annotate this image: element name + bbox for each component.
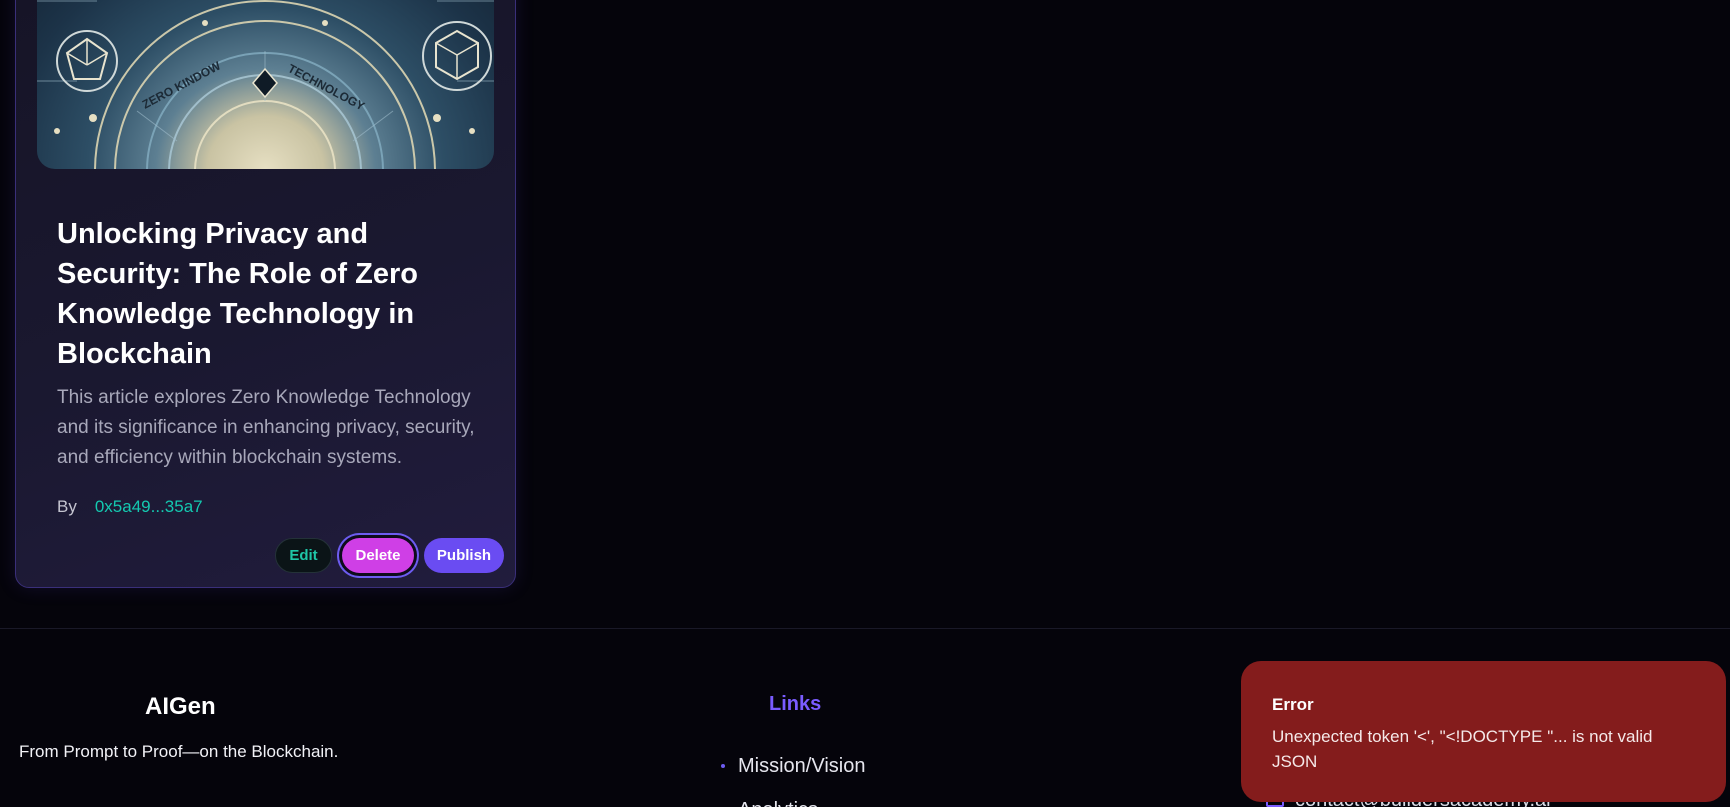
author-address-link[interactable]: 0x5a49...35a7 <box>95 497 203 517</box>
footer-brand: AIGen <box>145 693 216 720</box>
footer-link-analytics[interactable]: Analytics <box>721 788 865 807</box>
byline: By 0x5a49...35a7 <box>57 497 203 517</box>
footer-divider <box>0 628 1730 629</box>
article-description: This article explores Zero Knowledge Tec… <box>57 387 475 468</box>
footer-link-label: Mission/Vision <box>738 754 866 777</box>
toast-title: Error <box>1272 695 1314 714</box>
article-card: ZERO KINDOW TECHNOLOGY Unlocking Privacy… <box>15 0 516 588</box>
article-actions: Edit Delete Publish <box>275 538 504 573</box>
footer-tagline: From Prompt to Proof—on the Blockchain. <box>19 742 339 761</box>
article-cover-image: ZERO KINDOW TECHNOLOGY <box>37 0 494 169</box>
edit-button[interactable]: Edit <box>275 538 332 573</box>
image-text-left: ZERO KINDOW <box>140 58 224 111</box>
footer-links-list: Mission/Vision Analytics <box>721 744 865 807</box>
publish-button[interactable]: Publish <box>424 538 504 573</box>
error-toast[interactable]: Error Unexpected token '<', "<!DOCTYPE "… <box>1241 661 1726 802</box>
footer-links-title: Links <box>769 693 822 715</box>
toast-message: Unexpected token '<', "<!DOCTYPE "... is… <box>1272 727 1653 771</box>
article-title: Unlocking Privacy and Security: The Role… <box>57 218 418 370</box>
footer-link-label: Analytics <box>738 799 818 807</box>
delete-button[interactable]: Delete <box>342 538 414 573</box>
by-label: By <box>57 497 77 516</box>
bullet-icon <box>721 764 725 768</box>
footer-link-mission-vision[interactable]: Mission/Vision <box>721 744 865 788</box>
